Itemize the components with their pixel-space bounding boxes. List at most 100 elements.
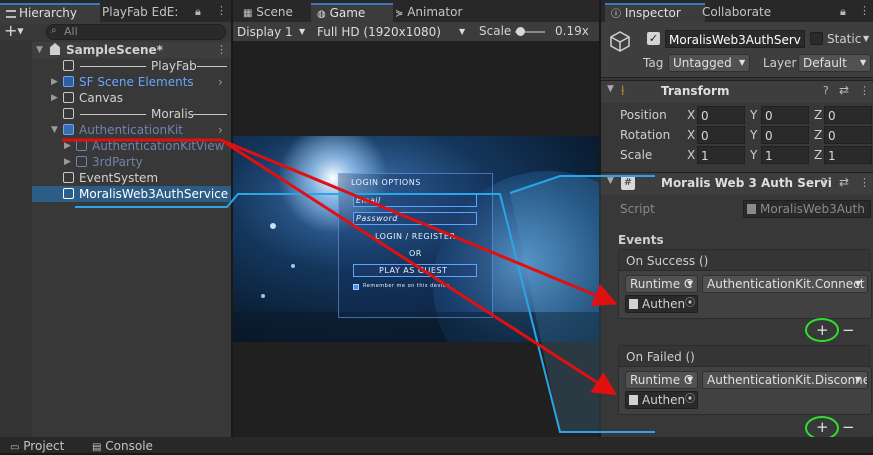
tab-hierarchy-label: Hierarchy: [19, 6, 78, 20]
add-listener-button[interactable]: +: [816, 322, 829, 339]
runtime-mode-dropdown[interactable]: Runtime C ▼: [625, 371, 698, 389]
password-field[interactable]: Password: [353, 212, 477, 225]
function-dropdown[interactable]: AuthenticationKit.Disconne ▼: [702, 371, 868, 389]
resolution-dropdown[interactable]: Full HD (1920x1080) ▼: [313, 23, 471, 41]
hierarchy-item-playfab[interactable]: PlayFab: [0, 58, 231, 74]
add-listener-button[interactable]: +: [816, 419, 829, 436]
collapse-arrow-icon[interactable]: ▼: [607, 84, 614, 94]
gameobject-icon: [63, 92, 74, 103]
chevron-down-icon: ▼: [299, 27, 306, 36]
rotation-x-field[interactable]: 0: [697, 126, 745, 144]
chevron-right-icon[interactable]: ›: [218, 74, 223, 90]
expand-arrow-icon[interactable]: ▶: [64, 154, 71, 170]
help-icon[interactable]: ?: [823, 84, 829, 97]
hierarchy-item-authenticationkitview[interactable]: ▶ AuthenticationKitView: [0, 138, 231, 154]
object-picker-icon[interactable]: ⦿: [685, 296, 695, 312]
scale-y-field[interactable]: 1: [761, 146, 809, 164]
animator-icon: ⋟: [395, 8, 404, 19]
expand-arrow-icon[interactable]: ▼: [36, 42, 43, 58]
tab-playfab-editor[interactable]: PlayFab EdE:: [96, 3, 196, 22]
tag-dropdown[interactable]: Untagged ▼: [668, 54, 750, 72]
more-icon[interactable]: ⋮: [859, 4, 870, 17]
scale-x-field[interactable]: 1: [697, 146, 745, 164]
chevron-right-icon[interactable]: ›: [218, 122, 223, 138]
hierarchy-item-authenticationkit[interactable]: ▼ AuthenticationKit ›: [0, 122, 231, 138]
login-register-button[interactable]: LOGIN / REGISTER: [375, 232, 456, 241]
expand-arrow-icon[interactable]: ▶: [51, 74, 58, 90]
scale-value: 0.19x: [555, 24, 589, 38]
function-dropdown[interactable]: AuthenticationKit.Connect ▼: [702, 275, 868, 293]
add-button[interactable]: +▼: [4, 22, 24, 41]
lock-icon[interactable]: 🔒︎: [840, 5, 846, 19]
play-as-guest-button[interactable]: PLAY AS GUEST: [353, 264, 477, 277]
hierarchy-gutter: [0, 40, 32, 437]
tab-collaborate[interactable]: Collaborate: [696, 3, 777, 22]
position-z-field[interactable]: 0: [824, 106, 872, 124]
axis-x-label: X: [687, 128, 696, 142]
collapse-arrow-icon[interactable]: ▼: [607, 176, 614, 186]
tab-inspector[interactable]: ⓘ Inspector: [605, 3, 705, 24]
runtime-mode-dropdown[interactable]: Runtime C ▼: [625, 275, 698, 293]
hierarchy-item-sf-scene-elements[interactable]: ▶ SF Scene Elements ›: [0, 74, 231, 90]
object-picker-icon[interactable]: ⦿: [685, 392, 695, 408]
preset-icon[interactable]: ⇄: [839, 83, 849, 97]
component-more-icon[interactable]: ⋮: [859, 84, 870, 97]
preset-icon[interactable]: ⇄: [839, 175, 849, 189]
position-y-field[interactable]: 0: [761, 106, 809, 124]
rotation-z-field[interactable]: 0: [824, 126, 872, 144]
transform-header[interactable]: ▼ ⟊ Transform ? ⇄ ⋮: [601, 80, 873, 103]
tab-game-label: Game: [329, 6, 366, 20]
remember-checkbox[interactable]: [353, 284, 359, 290]
chevron-down-icon[interactable]: ▼: [863, 34, 869, 43]
position-x: 0: [701, 109, 709, 123]
tab-project[interactable]: ▭ Project: [4, 439, 70, 453]
position-x-field[interactable]: 0: [697, 106, 745, 124]
active-checkbox[interactable]: ✓: [647, 32, 660, 45]
separator-line: [80, 66, 146, 67]
scene-more-icon[interactable]: ⋮: [216, 42, 227, 58]
axis-y-label: Y: [750, 148, 758, 162]
remove-listener-button[interactable]: −: [842, 322, 855, 339]
lock-icon[interactable]: 🔒︎: [195, 5, 201, 19]
layer-label: Layer: [763, 56, 797, 70]
separator-line: [193, 114, 227, 115]
game-view[interactable]: LOGIN OPTIONS Email Password LOGIN / REG…: [233, 136, 599, 342]
tab-scene[interactable]: ▦ Scene: [237, 3, 299, 22]
tab-animator[interactable]: ⋟ Animator: [389, 3, 468, 22]
tab-game[interactable]: ◍ Game: [311, 3, 393, 24]
search-input[interactable]: ⌕ All: [46, 24, 226, 40]
hierarchy-item-moralisweb3authservice[interactable]: MoralisWeb3AuthService: [0, 186, 231, 202]
hierarchy-item-3rdparty[interactable]: ▶ 3rdParty: [0, 154, 231, 170]
remove-listener-button[interactable]: −: [842, 419, 855, 436]
object-name-field[interactable]: MoralisWeb3AuthServ: [665, 30, 805, 48]
static-checkbox[interactable]: [810, 32, 823, 45]
transform-title: Transform: [661, 84, 730, 98]
tab-playfab-label: PlayFab EdE:: [102, 5, 179, 19]
script-component-header[interactable]: ▼ # Moralis Web 3 Auth Servi ? ⇄ ⋮: [601, 172, 873, 195]
script-field[interactable]: MoralisWeb3Auth: [743, 200, 871, 218]
scale-z-field[interactable]: 1: [824, 146, 872, 164]
expand-arrow-icon[interactable]: ▶: [51, 90, 58, 106]
component-more-icon[interactable]: ⋮: [859, 176, 870, 189]
collapse-arrow-icon[interactable]: ▼: [51, 122, 58, 138]
hierarchy-item-moralis[interactable]: Moralis: [0, 106, 231, 122]
target-object-field[interactable]: Authen ⦿: [625, 391, 698, 409]
email-field[interactable]: Email: [353, 194, 477, 207]
scale-slider-thumb[interactable]: [516, 27, 525, 36]
item-label: Canvas: [79, 91, 124, 105]
chevron-down-icon: ▼: [687, 375, 694, 384]
tag-label: Tag: [643, 56, 664, 70]
expand-arrow-icon[interactable]: ▶: [64, 138, 71, 154]
help-icon[interactable]: ?: [821, 176, 827, 189]
hierarchy-item-eventsystem[interactable]: EventSystem: [0, 170, 231, 186]
hierarchy-item-canvas[interactable]: ▶ Canvas: [0, 90, 231, 106]
scene-row[interactable]: ▼ SampleScene* ⋮: [0, 42, 231, 58]
tab-console[interactable]: ▤ Console: [86, 439, 159, 453]
rotation-y-field[interactable]: 0: [761, 126, 809, 144]
more-icon[interactable]: ⋮: [216, 4, 227, 17]
item-label: PlayFab: [151, 59, 197, 73]
target-object-field[interactable]: Authen ⦿: [625, 295, 698, 313]
layer-dropdown[interactable]: Default ▼: [798, 54, 871, 72]
chevron-down-icon: ▼: [687, 279, 694, 288]
display-dropdown[interactable]: Display 1 ▼: [233, 23, 311, 41]
